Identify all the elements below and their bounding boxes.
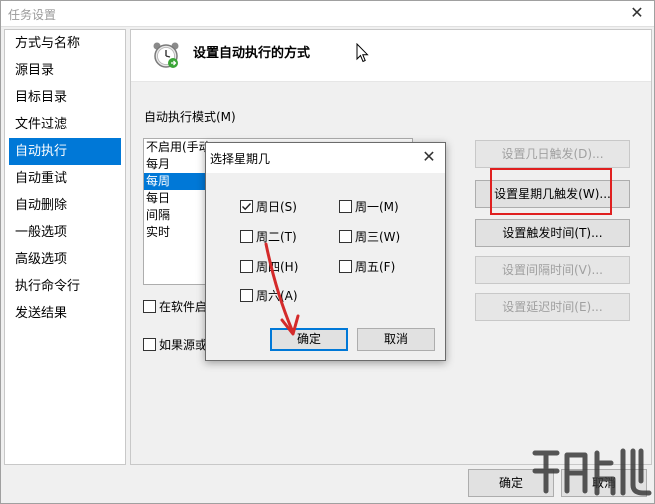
checkbox-thursday-row[interactable]: 周四(H) xyxy=(240,258,298,275)
wednesday-checkbox[interactable] xyxy=(339,230,352,243)
window-close-icon[interactable]: ✕ xyxy=(628,3,646,23)
sunday-checkbox[interactable] xyxy=(240,200,253,213)
checkbox-monday-row[interactable]: 周一(M) xyxy=(339,198,399,215)
saturday-label: 周六(A) xyxy=(256,289,298,303)
checkbox-wednesday-row[interactable]: 周三(W) xyxy=(339,228,400,245)
checkbox-saturday-row[interactable]: 周六(A) xyxy=(240,287,298,304)
monday-label: 周一(M) xyxy=(355,200,399,214)
window-title: 任务设置 xyxy=(8,8,57,22)
source-change-checkbox-label: 如果源或 xyxy=(159,338,208,352)
checkmark-icon xyxy=(242,203,252,211)
wednesday-label: 周三(W) xyxy=(355,230,401,244)
monday-checkbox[interactable] xyxy=(339,200,352,213)
settings-nav: 方式与名称 源目录 目标目录 文件过滤 自动执行 自动重试 自动删除 一般选项 … xyxy=(4,29,126,465)
watermark-logo xyxy=(532,448,652,496)
startup-checkbox-label: 在软件启 xyxy=(159,300,208,314)
startup-checkbox[interactable] xyxy=(143,300,156,313)
panel-header: 设置自动执行的方式 xyxy=(131,30,651,82)
source-change-checkbox[interactable] xyxy=(143,338,156,351)
dialog-cancel-button[interactable]: 取消 xyxy=(357,328,435,351)
weekday-dialog: 选择星期几 ✕ 周日(S) 周一(M) 周二(T) 周三(W) 周四(H) 周五… xyxy=(205,142,446,361)
tuesday-checkbox[interactable] xyxy=(240,230,253,243)
nav-item-file-filter[interactable]: 文件过滤 xyxy=(5,111,125,138)
nav-item-advanced-options[interactable]: 高级选项 xyxy=(5,246,125,273)
nav-item-send-result[interactable]: 发送结果 xyxy=(5,300,125,327)
checkbox-friday-row[interactable]: 周五(F) xyxy=(339,258,395,275)
mouse-cursor-icon xyxy=(356,43,369,63)
nav-item-source-dir[interactable]: 源目录 xyxy=(5,57,125,84)
thursday-label: 周四(H) xyxy=(256,260,299,274)
set-day-trigger-button[interactable]: 设置几日触发(D)... xyxy=(475,140,630,168)
nav-item-run-command[interactable]: 执行命令行 xyxy=(5,273,125,300)
nav-item-auto-run[interactable]: 自动执行 xyxy=(9,138,121,165)
source-change-checkbox-row[interactable]: 如果源或 xyxy=(143,336,207,353)
checkbox-sunday-row[interactable]: 周日(S) xyxy=(240,198,297,215)
friday-checkbox[interactable] xyxy=(339,260,352,273)
dialog-ok-button[interactable]: 确定 xyxy=(270,328,348,351)
thursday-checkbox[interactable] xyxy=(240,260,253,273)
set-trigger-time-button[interactable]: 设置触发时间(T)... xyxy=(475,219,630,247)
dialog-title-bar: 选择星期几 ✕ xyxy=(206,143,445,173)
checkbox-tuesday-row[interactable]: 周二(T) xyxy=(240,228,297,245)
title-bar: 任务设置 ✕ xyxy=(1,1,654,27)
dialog-title: 选择星期几 xyxy=(210,152,271,166)
nav-item-auto-delete[interactable]: 自动删除 xyxy=(5,192,125,219)
mode-label: 自动执行模式(M) xyxy=(144,110,236,124)
saturday-checkbox[interactable] xyxy=(240,289,253,302)
dialog-close-icon[interactable]: ✕ xyxy=(419,147,439,167)
nav-item-general-options[interactable]: 一般选项 xyxy=(5,219,125,246)
set-delay-time-button[interactable]: 设置延迟时间(E)... xyxy=(475,293,630,321)
highlight-box xyxy=(490,168,612,215)
friday-label: 周五(F) xyxy=(355,260,396,274)
sunday-label: 周日(S) xyxy=(256,200,297,214)
startup-checkbox-row[interactable]: 在软件启 xyxy=(143,298,207,315)
nav-item-target-dir[interactable]: 目标目录 xyxy=(5,84,125,111)
set-interval-time-button[interactable]: 设置间隔时间(V)... xyxy=(475,256,630,284)
nav-item-auto-retry[interactable]: 自动重试 xyxy=(5,165,125,192)
panel-title: 设置自动执行的方式 xyxy=(193,46,311,61)
nav-item-method-name[interactable]: 方式与名称 xyxy=(5,30,125,57)
tuesday-label: 周二(T) xyxy=(256,230,297,244)
alarm-clock-icon xyxy=(153,42,179,68)
